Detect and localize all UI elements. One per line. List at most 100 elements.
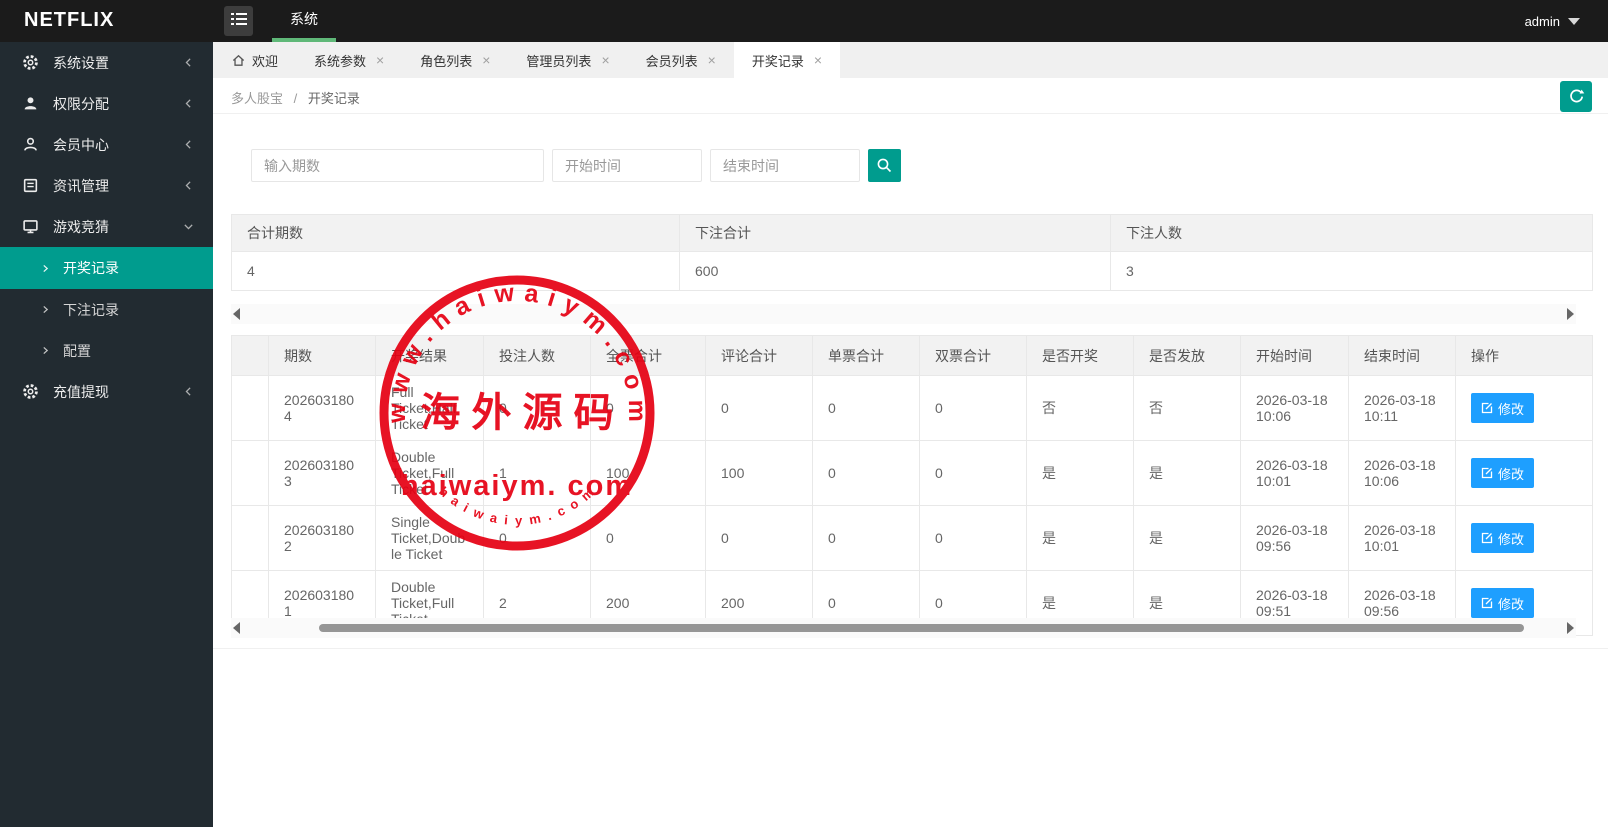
col-drawn: 是否开奖 <box>1026 335 1134 376</box>
cell-end-time: 2026-03-18 10:11 <box>1348 375 1456 441</box>
cell-single-total: 0 <box>812 505 920 571</box>
col-single-total: 单票合计 <box>812 335 920 376</box>
scroll-left-icon[interactable] <box>233 308 240 320</box>
user-menu[interactable]: admin <box>1525 0 1580 42</box>
close-icon[interactable]: × <box>814 52 822 68</box>
col-select <box>231 335 269 376</box>
table-header-row: 期数 开奖结果 投注人数 全票合计 评论合计 单票合计 双票合计 是否开奖 是否… <box>231 335 1593 376</box>
col-result: 开奖结果 <box>375 335 484 376</box>
sidebar-item-system-settings[interactable]: 系统设置 <box>0 42 213 83</box>
col-period: 期数 <box>268 335 376 376</box>
close-icon[interactable]: × <box>376 52 384 68</box>
member-icon <box>22 136 39 153</box>
sidebar-item-label: 会员中心 <box>53 136 109 153</box>
topbar: NETFLIX 系统 admin <box>0 0 1608 42</box>
arrow-right-icon <box>43 264 49 272</box>
cell-full-total: 100 <box>590 440 706 506</box>
edit-button[interactable]: 修改 <box>1471 588 1535 618</box>
monitor-icon <box>22 218 39 235</box>
sidebar-item-recharge-withdraw[interactable]: 充值提现 <box>0 371 213 412</box>
end-time-input[interactable] <box>710 149 860 182</box>
cell-bettors: 0 <box>483 375 591 441</box>
cell-double-total: 0 <box>919 375 1027 441</box>
main-content: 合计期数 下注合计 下注人数 4 600 3 期数 <box>213 114 1608 827</box>
sidebar-subitem-bet-records[interactable]: 下注记录 <box>0 289 213 330</box>
topnav-system-label: 系统 <box>290 11 318 27</box>
edit-icon <box>1481 402 1493 414</box>
horizontal-scrollbar-bottom[interactable] <box>231 618 1576 638</box>
cell-period: 2026031804 <box>268 375 376 441</box>
sidebar-item-news[interactable]: 资讯管理 <box>0 165 213 206</box>
scroll-right-icon[interactable] <box>1567 308 1574 320</box>
edit-button[interactable]: 修改 <box>1471 458 1535 488</box>
chevron-left-icon <box>185 140 191 149</box>
arrow-right-icon <box>43 305 49 314</box>
sidebar-item-permissions[interactable]: 权限分配 <box>0 83 213 124</box>
start-time-input[interactable] <box>552 149 702 182</box>
summary-value-bet-total: 600 <box>679 251 1111 291</box>
tab-member-list[interactable]: 会员列表 × <box>628 42 734 78</box>
brand-logo: NETFLIX <box>24 9 115 31</box>
divider <box>213 648 1608 649</box>
close-icon[interactable]: × <box>601 52 609 68</box>
tab-label: 管理员列表 <box>526 53 592 69</box>
search-icon <box>877 158 892 173</box>
breadcrumb-row: 多人股宝 / 开奖记录 <box>213 78 1608 114</box>
summary-header-bet-total: 下注合计 <box>679 214 1111 252</box>
cell-start-time: 2026-03-18 10:01 <box>1240 440 1349 506</box>
cell-single-total: 0 <box>812 440 920 506</box>
username: admin <box>1524 13 1560 29</box>
hamburger-icon <box>230 12 247 31</box>
tab-welcome[interactable]: 欢迎 <box>213 42 296 78</box>
tab-label: 系统参数 <box>314 53 367 69</box>
scrollbar-thumb[interactable] <box>319 624 1524 632</box>
scroll-right-icon[interactable] <box>1567 622 1574 634</box>
cell-full-total: 0 <box>590 375 706 441</box>
col-start-time: 开始时间 <box>1240 335 1349 376</box>
summary-value-periods: 4 <box>231 251 680 291</box>
refresh-icon <box>1569 89 1584 103</box>
edit-button[interactable]: 修改 <box>1471 523 1535 553</box>
summary-header-periods: 合计期数 <box>231 214 680 252</box>
topnav-system[interactable]: 系统 <box>272 0 336 42</box>
scroll-left-icon[interactable] <box>233 622 240 634</box>
period-input[interactable] <box>251 149 544 182</box>
news-icon <box>22 177 39 194</box>
cell-single-total: 0 <box>812 375 920 441</box>
table-row: 2026031803 Double Ticket,Full Ticket 1 1… <box>231 440 1593 506</box>
sidebar-item-label: 权限分配 <box>53 95 109 112</box>
edit-button[interactable]: 修改 <box>1471 393 1535 423</box>
chevron-left-icon <box>185 387 191 396</box>
tab-draw-records[interactable]: 开奖记录 × <box>733 42 841 78</box>
cell-end-time: 2026-03-18 10:06 <box>1348 440 1456 506</box>
sidebar-subitem-config[interactable]: 配置 <box>0 330 213 371</box>
sidebar-subitem-label: 下注记录 <box>63 301 119 318</box>
tab-admin-list[interactable]: 管理员列表 × <box>508 42 627 78</box>
chevron-left-icon <box>185 58 191 67</box>
sidebar-item-label: 系统设置 <box>53 54 109 71</box>
sidebar-item-members[interactable]: 会员中心 <box>0 124 213 165</box>
cell-start-time: 2026-03-18 09:56 <box>1240 505 1349 571</box>
tab-role-list[interactable]: 角色列表 × <box>402 42 508 78</box>
sidebar-item-label: 充值提现 <box>53 383 109 400</box>
close-icon[interactable]: × <box>708 52 716 68</box>
refresh-button[interactable] <box>1560 81 1592 112</box>
breadcrumb-parent: 多人股宝 <box>231 91 284 106</box>
col-double-total: 双票合计 <box>919 335 1027 376</box>
cell-double-total: 0 <box>919 440 1027 506</box>
arrow-right-icon <box>43 346 49 355</box>
sidebar-subitem-label: 配置 <box>63 342 91 359</box>
cell-result: Double Ticket,Full Ticket <box>375 440 484 506</box>
records-table: 期数 开奖结果 投注人数 全票合计 评论合计 单票合计 双票合计 是否开奖 是否… <box>231 335 1593 636</box>
search-button[interactable] <box>868 149 901 182</box>
tab-system-params[interactable]: 系统参数 × <box>296 42 402 78</box>
user-dropdown-icon <box>1568 17 1580 25</box>
sidebar-toggle-button[interactable] <box>224 6 253 36</box>
col-full-total: 全票合计 <box>590 335 706 376</box>
sidebar-subitem-draw-records[interactable]: 开奖记录 <box>0 247 213 289</box>
chevron-left-icon <box>185 181 191 190</box>
close-icon[interactable]: × <box>482 52 490 68</box>
horizontal-scrollbar-top[interactable] <box>231 304 1576 324</box>
edit-icon <box>1481 467 1493 479</box>
sidebar-item-game[interactable]: 游戏竞猜 <box>0 206 213 247</box>
